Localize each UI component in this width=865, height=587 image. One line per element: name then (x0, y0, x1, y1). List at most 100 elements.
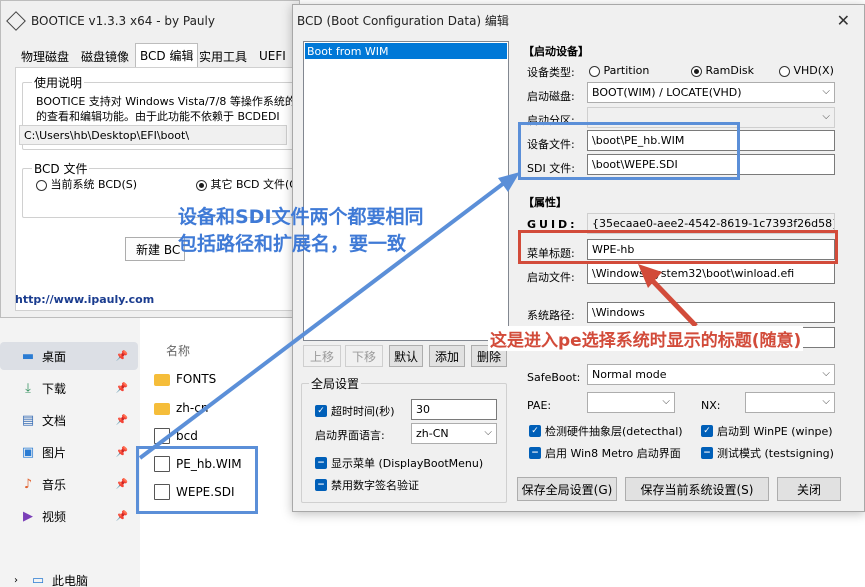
nav-item-documents[interactable]: ▤ 文档 📌 (0, 406, 138, 434)
properties-title: 【属性】 (523, 196, 567, 209)
global-settings-title: 全局设置 (309, 375, 362, 392)
file-row[interactable]: zh-cn (154, 397, 208, 419)
select-value: Normal mode (592, 368, 667, 381)
radio-current-bcd[interactable]: 当前系统 BCD(S) (36, 176, 137, 192)
disable-signature-checkbox[interactable]: 禁用数字签名验证 (315, 477, 419, 493)
nav-item-downloads[interactable]: ⤓ 下载 📌 (0, 374, 138, 402)
website-link[interactable]: http://www.ipauly.com (15, 293, 154, 306)
chevron-right-icon: › (14, 574, 18, 586)
tab-physical-disk[interactable]: 物理磁盘 (17, 45, 73, 67)
computer-icon: ▭ (31, 572, 45, 587)
file-row[interactable]: bcd (154, 425, 198, 447)
radio-selected-icon (196, 179, 207, 191)
checkbox-label: 测试模式 (testsigning) (717, 447, 834, 460)
tab-disk-image[interactable]: 磁盘镜像 (77, 45, 133, 67)
nav-item-this-pc[interactable]: › ▭ 此电脑 (0, 566, 138, 587)
move-down-button[interactable]: 下移 (345, 345, 383, 367)
pin-icon: 📌 (115, 350, 128, 362)
nav-item-music[interactable]: ♪ 音乐 📌 (0, 470, 138, 498)
radio-partition[interactable]: Partition (589, 64, 649, 77)
safeboot-select[interactable]: Normal mode ⌵ (587, 364, 835, 385)
timeout-input[interactable]: 30 (411, 399, 497, 420)
radio-icon (779, 65, 790, 77)
new-bcd-button[interactable]: 新建 BC (125, 237, 185, 261)
nav-item-label: 文档 (42, 413, 67, 428)
nx-select[interactable]: ⌵ (745, 392, 835, 413)
set-default-button[interactable]: 默认 (389, 345, 423, 367)
checkbox-label: 启动到 WinPE (winpe) (717, 425, 833, 438)
boot-entry-item[interactable]: Boot from WIM (305, 43, 507, 59)
boot-disk-select[interactable]: BOOT(WIM) / LOCATE(VHD) ⌵ (587, 82, 835, 103)
tab-utilities[interactable]: 实用工具 (195, 45, 251, 67)
radio-vhd[interactable]: VHD(X) (779, 64, 834, 77)
save-global-button[interactable]: 保存全局设置(G) (517, 477, 617, 501)
download-icon: ⤓ (25, 380, 31, 396)
chevron-down-icon: ⌵ (484, 427, 492, 438)
file-name: FONTS (176, 372, 217, 386)
checkbox-indeterminate-icon (315, 457, 327, 469)
radio-ramdisk[interactable]: RamDisk (691, 64, 754, 77)
bcd-path-field[interactable]: C:\Users\hb\Desktop\EFI\boot\ (19, 125, 287, 145)
tab-bcd-edit[interactable]: BCD 编辑 (135, 43, 199, 67)
chevron-down-icon: ⌵ (822, 396, 830, 407)
metro-checkbox[interactable]: 启用 Win8 Metro 启动界面 (529, 445, 681, 461)
bootice-window: BOOTICE v1.3.3 x64 - by Pauly 物理磁盘 磁盘镜像 … (0, 0, 302, 318)
navigation-pane: ▬ 桌面 📌 ⤓ 下载 📌 ▤ 文档 📌 ▣ 图片 📌 ♪ 音乐 📌 ▶ 视频 … (0, 318, 140, 587)
select-value: BOOT(WIM) / LOCATE(VHD) (592, 86, 742, 99)
close-icon[interactable]: ✕ (837, 11, 850, 30)
folder-icon (154, 403, 170, 415)
picture-icon: ▣ (21, 444, 35, 460)
save-current-button[interactable]: 保存当前系统设置(S) (625, 477, 769, 501)
radio-selected-icon (691, 65, 702, 77)
checkbox-label: 超时时间(秒) (331, 405, 395, 418)
detecthal-checkbox[interactable]: 检测硬件抽象层(detecthal) (529, 423, 683, 439)
safeboot-label: SafeBoot: (527, 371, 581, 384)
desktop-icon: ▬ (21, 348, 35, 364)
pin-icon: 📌 (115, 510, 128, 522)
checkbox-label: 显示菜单 (DisplayBootMenu) (331, 457, 484, 470)
radio-other-bcd[interactable]: 其它 BCD 文件(O (196, 176, 298, 192)
chevron-down-icon: ⌵ (822, 368, 830, 379)
add-entry-button[interactable]: 添加 (429, 345, 465, 367)
bcd-edit-panel: 使用说明 BOOTICE 支持对 Windows Vista/7/8 等操作系统… (15, 67, 302, 311)
radio-label: 当前系统 BCD(S) (50, 178, 138, 191)
pin-icon: 📌 (115, 446, 128, 458)
radio-icon (589, 65, 600, 77)
blue-annotation-text: 设备和SDI文件两个都要相同 包括路径和扩展名，要一致 (178, 206, 424, 255)
loader-file-label: 启动文件: (527, 271, 575, 284)
nav-item-videos[interactable]: ▶ 视频 📌 (0, 502, 138, 530)
checkbox-label: 启用 Win8 Metro 启动界面 (545, 447, 681, 460)
move-up-button[interactable]: 上移 (303, 345, 341, 367)
boot-device-title: 【启动设备】 (523, 45, 589, 58)
nav-item-pictures[interactable]: ▣ 图片 📌 (0, 438, 138, 466)
file-row[interactable]: FONTS (154, 368, 216, 390)
checkbox-checked-icon (701, 425, 713, 437)
tab-uefi[interactable]: UEFI (255, 45, 290, 67)
system-path-input[interactable]: \Windows (587, 302, 835, 323)
boot-entry-list[interactable]: Boot from WIM (303, 41, 509, 341)
nav-item-desktop[interactable]: ▬ 桌面 📌 (0, 342, 138, 370)
radio-icon (36, 179, 47, 191)
winpe-checkbox[interactable]: 启动到 WinPE (winpe) (701, 423, 833, 439)
testsigning-checkbox[interactable]: 测试模式 (testsigning) (701, 445, 834, 461)
device-type-label: 设备类型: (527, 66, 575, 79)
radio-label: RamDisk (705, 64, 755, 77)
language-select[interactable]: zh-CN ⌵ (411, 423, 497, 444)
pae-select[interactable]: ⌵ (587, 392, 675, 413)
system-path-label: 系统路径: (527, 309, 575, 322)
dialog-title: BCD (Boot Configuration Data) 编辑 (297, 13, 509, 28)
checkbox-label: 禁用数字签名验证 (331, 479, 419, 492)
column-header-name[interactable]: 名称 (166, 342, 190, 359)
window-title: BOOTICE v1.3.3 x64 - by Pauly (31, 14, 215, 28)
loader-file-input[interactable]: \Windows\system32\boot\winload.efi (587, 263, 835, 284)
file-name: bcd (176, 429, 198, 443)
highlight-explorer-files (136, 446, 258, 514)
timeout-checkbox[interactable]: 超时时间(秒) (315, 403, 395, 419)
file-name: zh-cn (176, 401, 209, 415)
nav-item-label: 桌面 (42, 349, 67, 364)
bootice-logo-icon (6, 11, 26, 31)
close-button[interactable]: 关闭 (777, 477, 841, 501)
nav-item-label: 图片 (42, 445, 67, 460)
show-boot-menu-checkbox[interactable]: 显示菜单 (DisplayBootMenu) (315, 455, 483, 471)
document-icon: ▤ (21, 412, 35, 428)
